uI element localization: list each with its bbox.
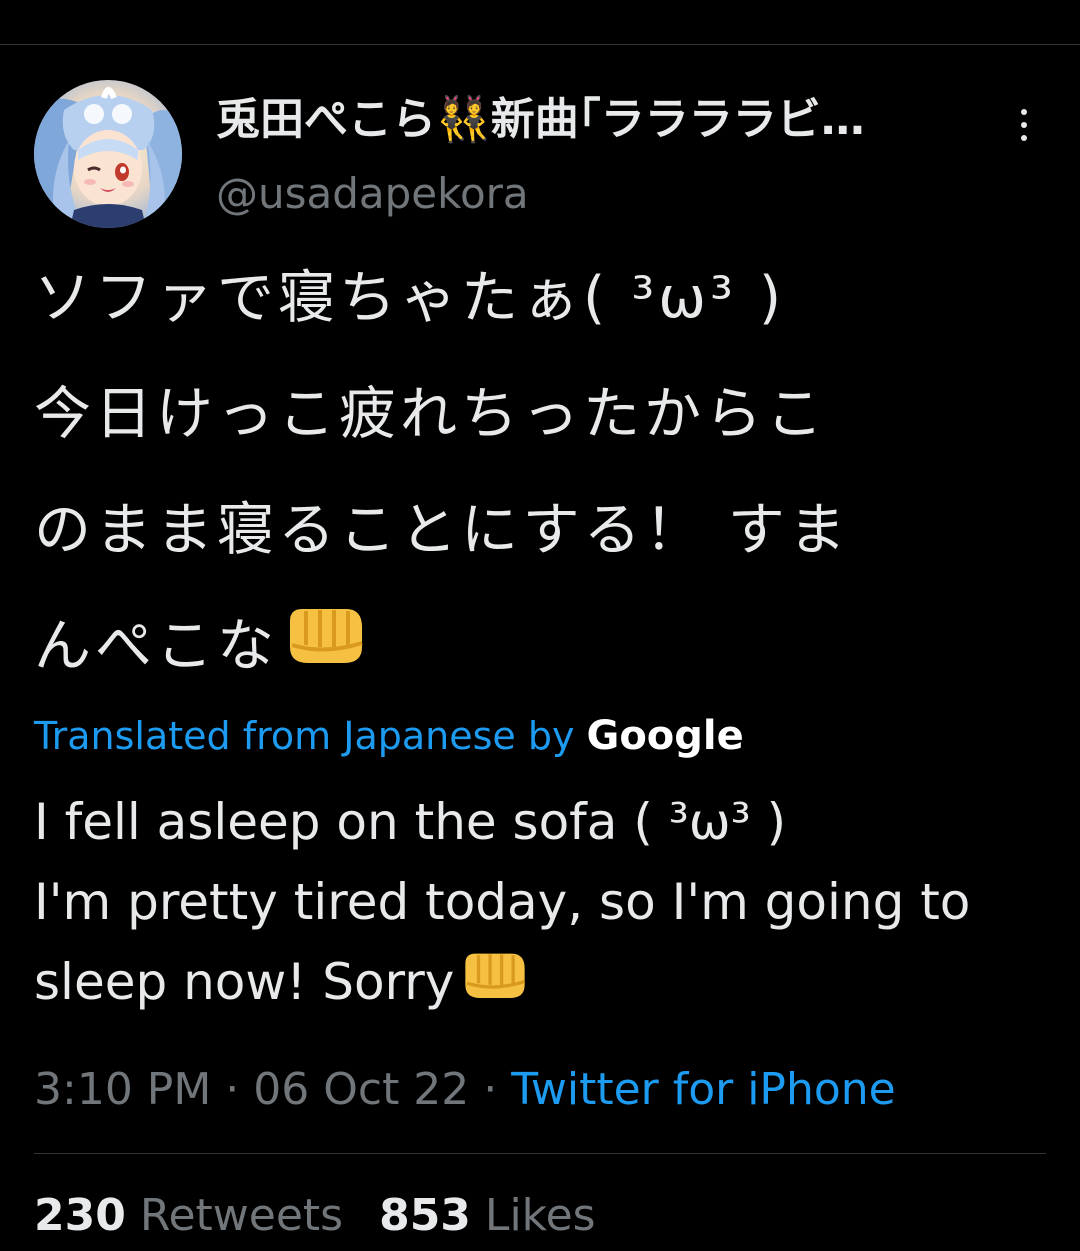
translation-text-line-content: sleep now! Sorry	[34, 953, 455, 1011]
author-display-name[interactable]: 兎田ぺこら👯新曲｢ララララビ…	[216, 92, 986, 148]
tweet-text-line: 今日けっこ疲れちったからこ	[34, 381, 827, 447]
retweets-stat[interactable]: 230 Retweets	[34, 1186, 343, 1246]
more-icon-dot	[1021, 122, 1027, 128]
translation-text: I fell asleep on the sofa ( ³ω³ ) I'm pr…	[34, 782, 1054, 1022]
translated-from-link[interactable]: Translated from Japanese by	[34, 714, 574, 758]
meta-separator: ·	[469, 1064, 512, 1115]
retweets-label: Retweets	[125, 1190, 344, 1241]
translation-attribution: Translated from Japanese by Google	[34, 708, 744, 764]
tweet-text: ソファで寝ちゃたぁ( ³ω³ ) 今日けっこ疲れちったからこ のまま寝ることにす…	[34, 240, 1034, 704]
avatar[interactable]	[34, 80, 182, 228]
likes-stat[interactable]: 853 Likes	[379, 1186, 596, 1246]
avatar-image	[34, 80, 182, 228]
likes-label: Likes	[470, 1190, 596, 1241]
oncoming-fist-icon	[460, 946, 530, 1026]
author-handle[interactable]: @usadapekora	[216, 166, 529, 222]
translation-text-line-last: sleep now! Sorry	[34, 942, 1054, 1022]
stats-divider	[34, 1153, 1046, 1154]
tweet-time[interactable]: 3:10 PM	[34, 1064, 211, 1115]
engagement-stats: 230 Retweets 853 Likes	[34, 1186, 596, 1246]
translation-text-line: I fell asleep on the sofa ( ³ω³ )	[34, 793, 787, 851]
more-icon[interactable]	[1006, 100, 1042, 150]
tweet-text-line-last: んぺこな	[34, 588, 1034, 704]
oncoming-fist-icon	[284, 592, 368, 708]
google-logo: Google	[586, 713, 744, 759]
translation-text-line: I'm pretty tired today, so I'm going to	[34, 873, 971, 931]
tweet-source-link[interactable]: Twitter for iPhone	[511, 1064, 895, 1115]
tweet-text-line: ソファで寝ちゃたぁ( ³ω³ )	[34, 265, 786, 331]
more-icon-dot	[1021, 109, 1027, 115]
retweets-count: 230	[34, 1190, 126, 1241]
likes-count: 853	[379, 1190, 471, 1241]
tweet-text-line-content: んぺこな	[34, 613, 278, 679]
more-icon-dot	[1021, 135, 1027, 141]
tweet-metadata: 3:10 PM · 06 Oct 22 · Twitter for iPhone	[34, 1062, 896, 1118]
tweet-text-line: のまま寝ることにする！ すま	[34, 497, 850, 563]
meta-separator: ·	[211, 1064, 254, 1115]
tweet-date[interactable]: 06 Oct 22	[253, 1064, 469, 1115]
top-divider	[0, 44, 1080, 45]
